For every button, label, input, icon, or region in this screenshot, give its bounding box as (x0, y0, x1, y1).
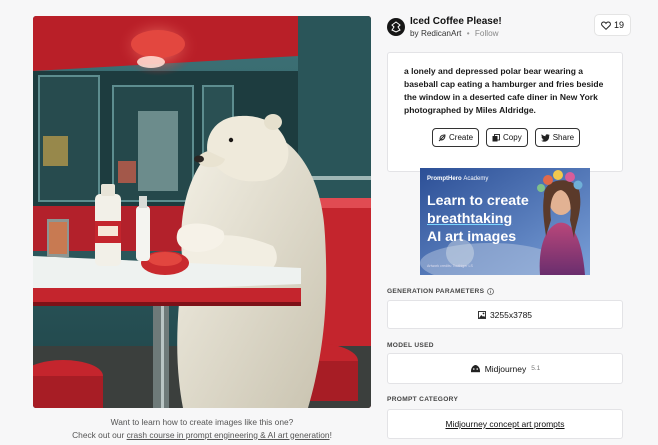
copy-icon (492, 133, 500, 141)
prompt-card: a lonely and depressed polar bear wearin… (387, 52, 623, 172)
course-promo: Want to learn how to create images like … (33, 416, 371, 441)
category-link[interactable]: Midjourney concept art prompts (445, 419, 564, 429)
ad-brand-suffix: Academy (463, 176, 489, 182)
create-button-label: Create (449, 133, 474, 142)
course-promo-suffix: ! (329, 429, 332, 440)
share-button-label: Share (552, 133, 575, 142)
ad-footnote: Artwork credits: Toothiger LS (427, 264, 473, 268)
prompt-text: a lonely and depressed polar bear wearin… (404, 66, 604, 115)
model-used-heading: MODEL USED (387, 342, 434, 349)
ad-brand-name: PromptHero (427, 176, 462, 182)
course-promo-line2: Check out our crash course in prompt eng… (33, 429, 371, 442)
byline-prefix: by (410, 29, 419, 38)
info-icon[interactable] (487, 288, 495, 295)
author-name-link[interactable]: RedicanArt (421, 29, 462, 38)
follow-link[interactable]: Follow (475, 29, 499, 38)
model-used-label: MODEL USED (387, 342, 434, 349)
create-button[interactable]: Create (432, 128, 480, 147)
ad-headline: Learn to create breathtaking AI art imag… (427, 192, 529, 246)
image-icon (478, 310, 486, 319)
course-promo-prefix: Check out our (72, 429, 125, 440)
heart-icon (601, 20, 611, 30)
copy-button[interactable]: Copy (486, 128, 528, 147)
ad-brand: PromptHero Academy (427, 176, 488, 182)
image-dimensions: 3255x3785 (489, 309, 533, 320)
twitter-icon (540, 133, 550, 142)
polar-bear-diner-illustration (33, 16, 371, 408)
model-version: 5.1 (531, 365, 541, 372)
copy-button-label: Copy (503, 133, 522, 142)
dimensions-box: 3255x3785 (387, 300, 623, 329)
crash-course-link[interactable]: crash course in prompt engineering & AI … (127, 430, 330, 440)
category-box: Midjourney concept art prompts (387, 409, 623, 439)
midjourney-icon (470, 365, 480, 373)
author-avatar[interactable] (387, 18, 405, 36)
ad-headline-line3: AI art images (427, 229, 517, 245)
like-button[interactable]: 19 (594, 14, 631, 36)
share-button[interactable]: Share (534, 128, 581, 147)
generation-parameters-label: GENERATION PARAMETERS (387, 288, 495, 295)
model-box[interactable]: Midjourney 5.1 (387, 353, 623, 384)
model-name: Midjourney (484, 363, 527, 374)
ad-headline-line1: Learn to create (427, 193, 529, 209)
academy-ad-banner[interactable]: PromptHero Academy Learn to create breat… (420, 168, 590, 275)
generation-parameters-heading: GENERATION PARAMETERS (387, 288, 485, 295)
feather-icon (438, 134, 446, 141)
like-count: 19 (613, 20, 624, 30)
byline-separator: • (466, 29, 470, 38)
author-logo-icon (391, 21, 401, 33)
prompt-category-heading: PROMPT CATEGORY (387, 396, 459, 403)
byline: by RedicanArt • Follow (410, 29, 499, 38)
prompt-category-label: PROMPT CATEGORY (387, 396, 458, 403)
prompt-actions: Create Copy Share (432, 128, 581, 147)
details-panel: Iced Coffee Please! by RedicanArt • Foll… (386, 14, 631, 439)
course-promo-line1: Want to learn how to create images like … (110, 417, 294, 427)
artwork-image[interactable] (33, 16, 371, 408)
post-header: Iced Coffee Please! by RedicanArt • Foll… (386, 14, 631, 44)
post-title: Iced Coffee Please! (410, 16, 502, 27)
ad-headline-line2: breathtaking (427, 211, 513, 227)
